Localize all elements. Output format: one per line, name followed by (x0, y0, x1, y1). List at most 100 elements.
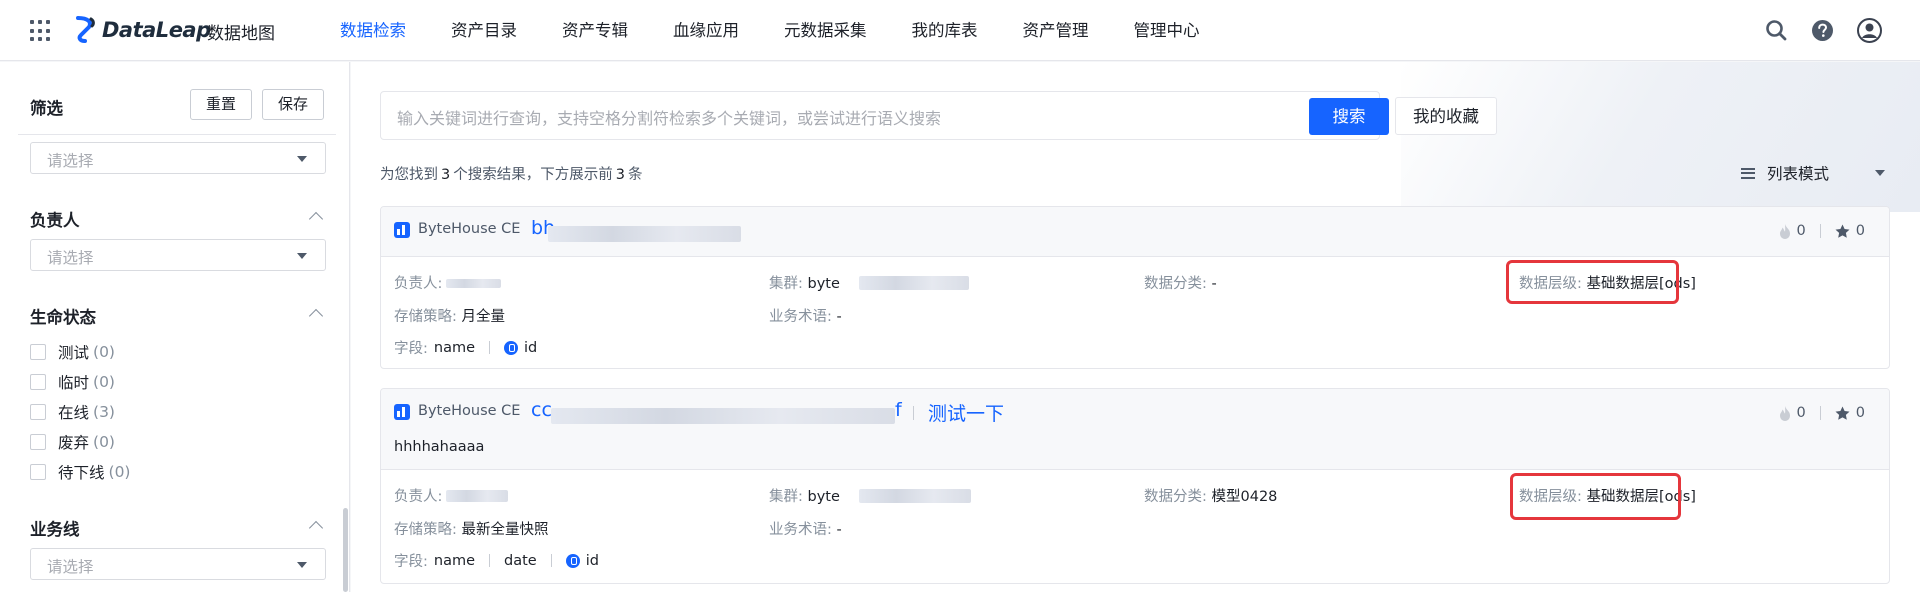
chevron-up-icon[interactable] (308, 520, 324, 536)
list-icon (1741, 167, 1755, 179)
caret-down-icon (297, 156, 307, 162)
cluster-field: 集群: byte (769, 485, 840, 506)
search-button[interactable]: 搜索 (1309, 98, 1389, 135)
summary-mid: 个搜索结果，下方展示前 (453, 167, 613, 183)
lifecycle-option-pending-offline[interactable]: 待下线 (0) (30, 461, 130, 483)
my-favorites-button[interactable]: 我的收藏 (1395, 97, 1497, 135)
nav-asset-management[interactable]: 资产管理 (1023, 0, 1089, 61)
help-icon[interactable] (1810, 18, 1835, 43)
top-filter-select[interactable]: 请选择 (30, 142, 326, 174)
column-list: 字段: name date id (394, 550, 599, 571)
bytehouse-icon (394, 222, 410, 238)
column-name: id (585, 552, 599, 569)
result-summary: 为您找到 3 个搜索结果，下方展示前 3 条 (380, 163, 642, 184)
owner-section-title: 负责人 (30, 211, 80, 230)
nav-data-search[interactable]: 数据检索 (340, 0, 406, 61)
option-count: (0) (93, 433, 115, 451)
field-value: 模型0428 (1211, 489, 1278, 505)
select-placeholder: 请选择 (47, 152, 94, 170)
lifecycle-option-online[interactable]: 在线 (3) (30, 401, 115, 423)
category-field: 数据分类: 模型0428 (1144, 485, 1277, 506)
nav-lineage[interactable]: 血缘应用 (673, 0, 739, 61)
owner-select[interactable]: 请选择 (30, 239, 326, 271)
user-avatar-icon[interactable] (1857, 18, 1882, 43)
redacted-cluster (859, 489, 971, 503)
option-count: (3) (93, 403, 115, 421)
filter-title: 筛选 (30, 99, 63, 118)
star-count: 0 (1855, 405, 1865, 421)
field-value: - (836, 522, 842, 538)
lifecycle-option-deprecated[interactable]: 废弃 (0) (30, 431, 115, 453)
name-divider (913, 406, 914, 420)
asset-name-tail[interactable]: f (895, 399, 902, 421)
field-label: 业务术语: (769, 522, 832, 538)
nav-admin-center[interactable]: 管理中心 (1134, 0, 1200, 61)
chevron-up-icon[interactable] (308, 308, 324, 324)
view-mode-select[interactable]: 列表模式 (1741, 162, 1886, 184)
brand-logo[interactable]: DataLeap (72, 16, 211, 44)
hot-icon (1779, 405, 1790, 421)
field-label: 数据分类: (1144, 489, 1207, 505)
lifecycle-option-temporary[interactable]: 临时 (0) (30, 371, 115, 393)
result-card[interactable]: ByteHouse CE cc f 测试一下 hhhhahaaaa 0 0 负责… (380, 388, 1890, 584)
field-label: 存储策略: (394, 309, 457, 325)
top-navigation-bar: DataLeap 数据地图 数据检索 资产目录 资产专辑 血缘应用 元数据采集 … (0, 0, 1920, 61)
search-icon[interactable] (1764, 18, 1789, 43)
category-field: 数据分类: - (1144, 272, 1217, 293)
option-label: 测试 (58, 344, 90, 362)
product-name: 数据地图 (207, 24, 275, 44)
stat-divider (1819, 406, 1821, 420)
nav-asset-catalog[interactable]: 资产目录 (451, 0, 517, 61)
sidebar-scrollbar[interactable] (343, 508, 348, 592)
app-grid-icon[interactable] (30, 20, 52, 42)
reset-button[interactable]: 重置 (190, 89, 252, 120)
main-nav: 数据检索 资产目录 资产专辑 血缘应用 元数据采集 我的库表 资产管理 管理中心 (340, 0, 1245, 61)
checkbox[interactable] (30, 464, 46, 480)
column-name: id (524, 339, 538, 356)
save-filter-button[interactable]: 保存 (262, 89, 324, 120)
checkbox[interactable] (30, 434, 46, 450)
source-type: ByteHouse CE (418, 221, 521, 237)
select-placeholder: 请选择 (47, 558, 94, 576)
card-stats: 0 0 (1779, 405, 1865, 421)
caret-down-icon (1875, 170, 1886, 176)
highlight-box (1506, 260, 1679, 304)
redacted-asset-name (548, 226, 741, 242)
highlight-box (1510, 473, 1681, 520)
nav-asset-albums[interactable]: 资产专辑 (562, 0, 628, 61)
field-label: 字段: (394, 554, 428, 570)
column-divider (550, 554, 552, 567)
field-label: 负责人: (394, 276, 443, 292)
asset-name-link[interactable]: cc (531, 399, 552, 421)
nav-metadata-collection[interactable]: 元数据采集 (784, 0, 867, 61)
search-placeholder: 输入关键词进行查询，支持空格分割符检索多个关键词，或尝试进行语义搜索 (397, 109, 942, 128)
asset-description: hhhhahaaaa (394, 439, 485, 455)
nav-my-tables[interactable]: 我的库表 (912, 0, 978, 61)
chevron-up-icon[interactable] (308, 211, 324, 227)
star-icon[interactable] (1835, 406, 1850, 421)
field-value: byte (807, 276, 840, 292)
star-icon[interactable] (1835, 224, 1850, 239)
option-count: (0) (93, 343, 115, 361)
bytehouse-icon (394, 404, 410, 420)
result-card[interactable]: ByteHouse CE bh 0 0 负责人: 集群: byte 数据分类: … (380, 206, 1890, 369)
field-value: - (836, 309, 842, 325)
column-name: date (504, 552, 537, 569)
summary-suffix: 条 (627, 167, 643, 183)
column-list: 字段: name id (394, 337, 537, 358)
search-results-panel: 输入关键词进行查询，支持空格分割符检索多个关键词，或尝试进行语义搜索 搜索 我的… (351, 62, 1920, 592)
field-label: 集群: (769, 276, 803, 292)
result-total: 3 (441, 167, 451, 183)
primary-key-icon (504, 340, 519, 355)
business-line-select[interactable]: 请选择 (30, 548, 326, 580)
field-value: - (1211, 276, 1217, 292)
lifecycle-option-test[interactable]: 测试 (0) (30, 341, 115, 363)
search-input[interactable]: 输入关键词进行查询，支持空格分割符检索多个关键词，或尝试进行语义搜索 搜索 (380, 91, 1389, 140)
checkbox[interactable] (30, 344, 46, 360)
checkbox[interactable] (30, 374, 46, 390)
lifecycle-section-title: 生命状态 (30, 308, 96, 327)
asset-alias: 测试一下 (928, 403, 1005, 425)
cluster-field: 集群: byte (769, 272, 840, 293)
checkbox[interactable] (30, 404, 46, 420)
field-value: 月全量 (461, 309, 506, 325)
